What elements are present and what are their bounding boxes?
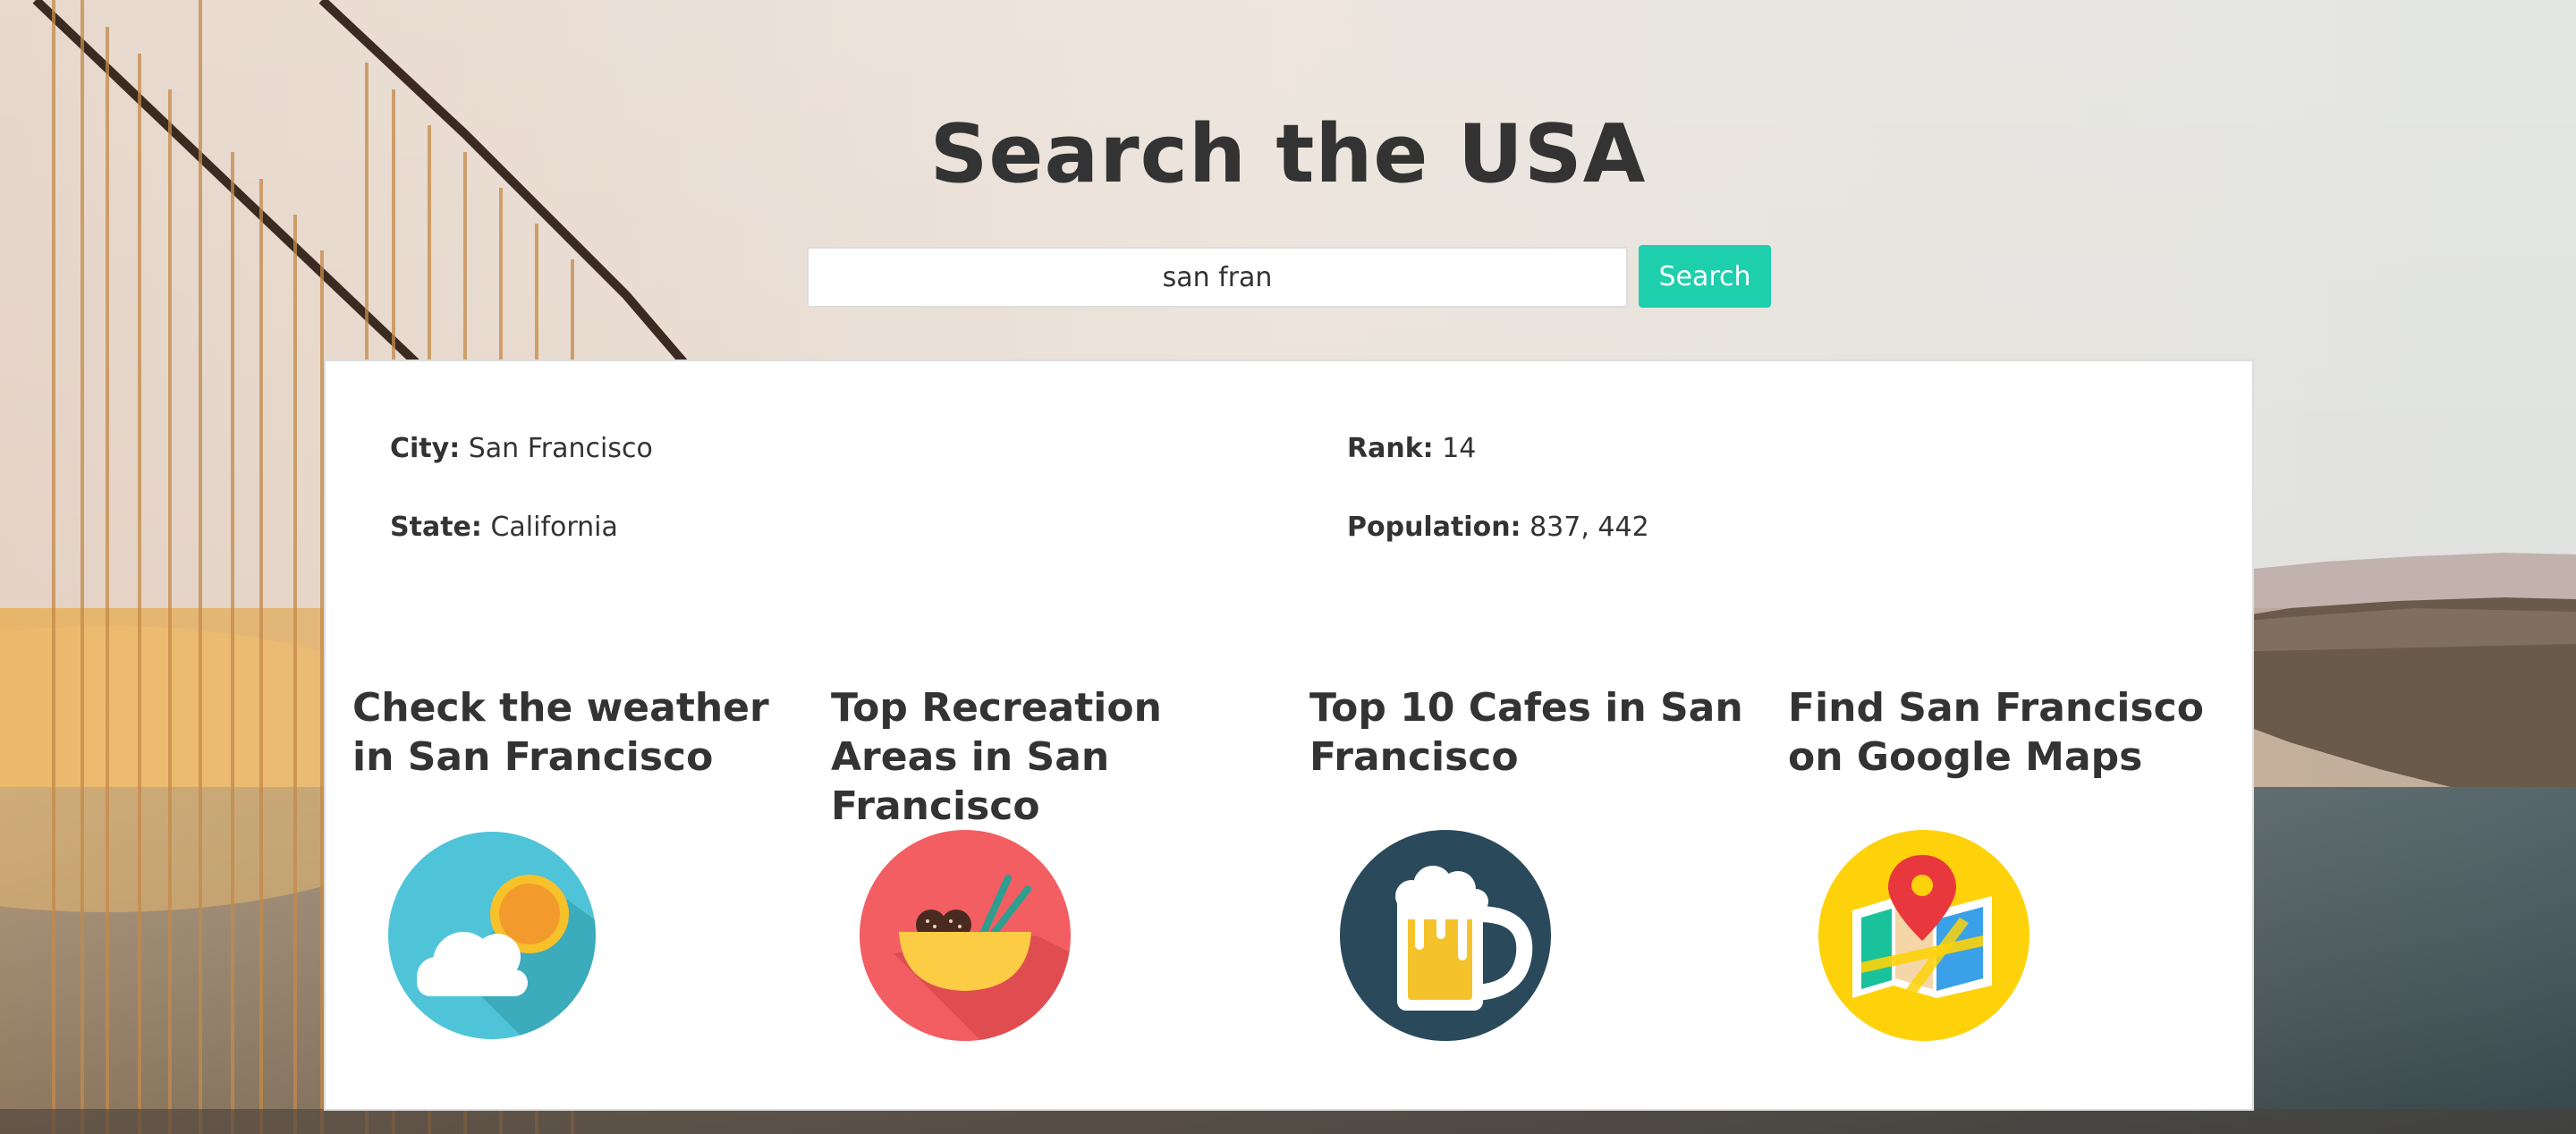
search-button[interactable]: Search (1639, 245, 1771, 308)
search-input[interactable] (807, 247, 1628, 308)
state-field: State: California (390, 510, 618, 546)
page-title: Search the USA (929, 107, 1647, 201)
state-label: State: (390, 512, 482, 543)
weather-link[interactable]: Check the weather in San Francisco (352, 683, 800, 1077)
rank-value: 14 (1442, 433, 1477, 464)
weather-icon[interactable] (385, 828, 599, 1043)
recreation-bowl-icon[interactable] (858, 828, 1072, 1043)
cafes-link-title: Top 10 Cafes in San Francisco (1309, 685, 1743, 780)
maps-link[interactable]: Find San Francisco on Google Maps (1788, 683, 2235, 1077)
maps-link-title: Find San Francisco on Google Maps (1788, 685, 2204, 780)
rank-label: Rank: (1347, 433, 1434, 464)
population-field: Population: 837, 442 (1347, 510, 1649, 546)
state-value: California (490, 512, 618, 543)
city-value: San Francisco (468, 433, 653, 464)
population-label: Population: (1347, 512, 1521, 543)
weather-link-title: Check the weather in San Francisco (352, 685, 769, 780)
city-result-card: City: San Francisco State: California Ra… (324, 360, 2254, 1111)
cafes-link[interactable]: Top 10 Cafes in San Francisco (1309, 683, 1757, 1077)
recreation-link[interactable]: Top Recreation Areas in San Francisco (831, 683, 1278, 1077)
city-label: City: (390, 433, 461, 464)
rank-field: Rank: 14 (1347, 431, 1476, 467)
map-pin-icon[interactable] (1817, 828, 2031, 1043)
beer-mug-icon[interactable] (1338, 828, 1553, 1043)
recreation-link-title: Top Recreation Areas in San Francisco (831, 685, 1162, 829)
city-field: City: San Francisco (390, 431, 653, 467)
population-value: 837, 442 (1530, 512, 1649, 543)
